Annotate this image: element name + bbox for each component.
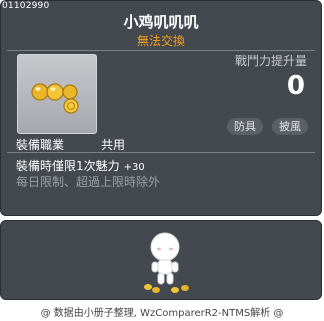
power-label: 戰鬥力提升量	[234, 54, 307, 68]
footer-credit: @ 数据由小册子整理, WzComparerR2-NTMS解析 @	[40, 308, 284, 319]
item-id: 01102990	[2, 1, 50, 11]
effect-text: 裝備時僅限1次魅力	[16, 159, 120, 173]
tag-armor: 防具	[227, 118, 263, 135]
chick-character-icon	[144, 232, 189, 293]
power-value: 0	[286, 71, 305, 101]
preview-panel	[0, 220, 322, 300]
gold-coins-icon	[31, 83, 79, 114]
divider-top	[7, 50, 315, 51]
item-name: 小鸡叽叽叽	[123, 13, 199, 31]
trade-status: 無法交換	[136, 34, 185, 48]
item-tooltip: 01102990 小鸡叽叽叽 無法交換 戰鬥力提升量 0 防具 披風 裝備職業 …	[0, 0, 322, 216]
item-icon-frame	[17, 54, 97, 134]
limit-text: 每日限制、超過上限時除外	[16, 175, 161, 189]
divider-middle	[7, 152, 315, 153]
job-label: 裝備職業	[16, 138, 65, 152]
effect-amount: +30	[123, 162, 145, 173]
job-value: 共用	[101, 138, 126, 152]
effect-line: 裝備時僅限1次魅力 +30	[16, 157, 145, 174]
tag-cape: 披風	[272, 118, 308, 135]
